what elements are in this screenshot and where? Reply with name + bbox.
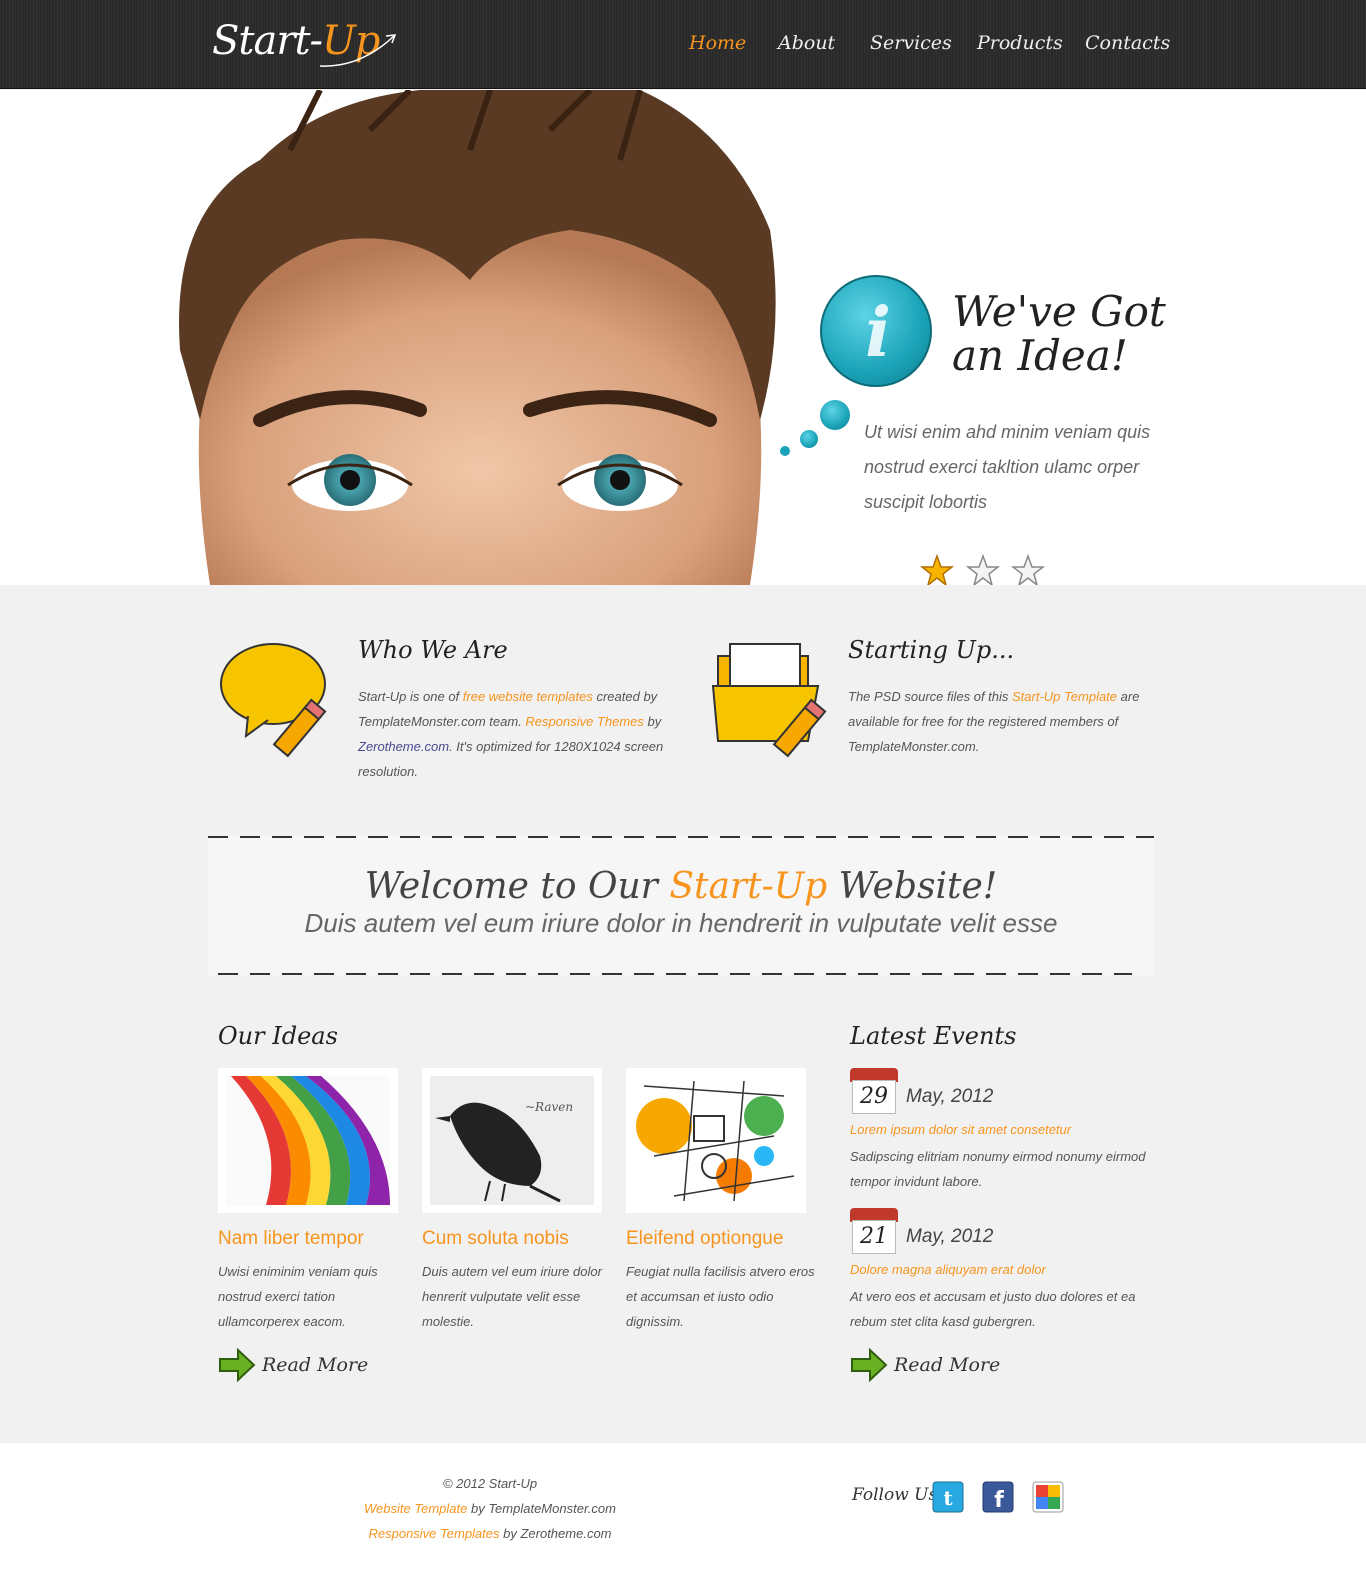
svg-text:~Raven: ~Raven <box>525 1100 573 1114</box>
thought-dot-small <box>780 446 790 456</box>
welcome-subtitle: Duis autem vel eum iriure dolor in hendr… <box>304 908 1058 938</box>
hero-man-photo <box>170 90 790 585</box>
hero-text: Ut wisi enim ahd minim veniam quis nostr… <box>864 422 1151 512</box>
event-day: 21 <box>852 1220 896 1254</box>
hero-title-line1: We've Got <box>952 287 1166 336</box>
read-more-label: Read More <box>894 1354 1001 1376</box>
free-templates-link[interactable]: free website templates <box>463 689 593 704</box>
dashed-divider-bottom <box>218 973 1132 975</box>
info-bubble-icon: i <box>820 275 932 387</box>
website-template-link[interactable]: Website Template <box>364 1501 467 1516</box>
hero-title: We've Got an Idea! <box>952 290 1212 378</box>
crow-image: ~Raven <box>430 1076 594 1205</box>
footer-copyright: © 2012 Start-Up <box>442 1476 538 1491</box>
welcome-banner: Welcome to Our Start-Up Website! Duis au… <box>208 836 1154 976</box>
nav-services[interactable]: Services <box>870 32 952 54</box>
event-title-link[interactable]: Lorem ipsum dolor sit amet consetetur <box>850 1122 1071 1137</box>
feature-text: Start-Up is one of free website template… <box>358 689 664 779</box>
facebook-icon[interactable]: f <box>982 1481 1014 1513</box>
event-title-link[interactable]: Dolore magna aliquyam erat dolor <box>850 1262 1046 1277</box>
idea-thumbnail[interactable] <box>218 1068 398 1213</box>
feature-text: The PSD source files of this Start-Up Te… <box>848 689 1140 754</box>
svg-text:f: f <box>994 1488 1004 1513</box>
nav-home[interactable]: Home <box>689 32 746 54</box>
dashed-divider-top <box>208 836 1154 838</box>
zerotheme-link[interactable]: Zerotheme.com <box>358 739 449 754</box>
idea-thumbnail[interactable]: ~Raven <box>422 1068 602 1213</box>
twitter-icon[interactable]: t <box>932 1481 964 1513</box>
feature-title: Starting Up... <box>848 636 1015 664</box>
read-more-label: Read More <box>262 1354 369 1376</box>
follow-us-label: Follow Us: <box>852 1485 943 1505</box>
idea-title[interactable]: Nam liber tempor <box>218 1228 364 1250</box>
idea-title[interactable]: Cum soluta nobis <box>422 1228 569 1250</box>
startup-template-link[interactable]: Start-Up Template <box>1012 689 1117 704</box>
hero-title-line2: an Idea! <box>952 331 1128 380</box>
events-heading: Latest Events <box>850 1022 1017 1050</box>
idea-title[interactable]: Eleifend optiongue <box>626 1228 783 1250</box>
speech-bubble-pencil-icon <box>220 643 327 758</box>
site-header: Start-Up Home About Services Products Co… <box>0 0 1366 89</box>
rainbow-image <box>226 1076 390 1205</box>
feature-starting-up: Starting Up... The PSD source files of t… <box>708 636 1168 786</box>
star-empty-icon[interactable] <box>1011 554 1045 585</box>
responsive-themes-link[interactable]: Responsive Themes <box>525 714 644 729</box>
site-footer: © 2012 Start-Up Website Template by Temp… <box>0 1443 1366 1572</box>
feature-who-we-are: Who We Are Start-Up is one of free websi… <box>218 636 678 786</box>
calendar-icon: 21 <box>850 1208 898 1254</box>
responsive-templates-link[interactable]: Responsive Templates <box>368 1526 499 1541</box>
event-date: May, 2012 <box>906 1226 994 1247</box>
event-date: May, 2012 <box>906 1086 994 1107</box>
star-empty-icon[interactable] <box>966 554 1000 585</box>
event-text: At vero eos et accusam et justo duo dolo… <box>850 1289 1136 1329</box>
doodle-image <box>634 1076 798 1205</box>
green-arrow-icon <box>851 1348 888 1382</box>
ideas-read-more-button[interactable]: Read More <box>218 1346 368 1386</box>
star-filled-icon[interactable] <box>920 554 954 585</box>
event-text: Sadipscing elitriam nonumy eirmod nonumy… <box>850 1149 1146 1189</box>
calendar-icon: 29 <box>850 1068 898 1114</box>
footer-credits: © 2012 Start-Up Website Template by Temp… <box>340 1471 640 1546</box>
feature-title: Who We Are <box>358 636 508 664</box>
event-day: 29 <box>852 1080 896 1114</box>
idea-thumbnail[interactable] <box>626 1068 806 1213</box>
welcome-title: Welcome to Our Start-Up Website! <box>364 866 998 907</box>
idea-text: Uwisi eniminim veniam quis nostrud exerc… <box>218 1264 378 1329</box>
thought-dot-medium <box>800 430 818 448</box>
folder-pencil-icon <box>711 643 827 758</box>
nav-about[interactable]: About <box>778 32 835 54</box>
thought-dot-large <box>820 400 850 430</box>
nav-products[interactable]: Products <box>977 32 1063 54</box>
hero-banner: i We've Got an Idea! Ut wisi enim ahd mi… <box>0 90 1366 585</box>
idea-text: Feugiat nulla facilisis atvero eros et a… <box>626 1264 815 1329</box>
ideas-heading: Our Ideas <box>218 1022 338 1050</box>
main-nav: Home About Services Products Contacts <box>0 32 1366 62</box>
google-icon[interactable] <box>1032 1481 1064 1513</box>
green-arrow-icon <box>219 1348 256 1382</box>
idea-text: Duis autem vel eum iriure dolor henrerit… <box>422 1264 602 1329</box>
nav-contacts[interactable]: Contacts <box>1085 32 1170 54</box>
svg-text:t: t <box>943 1486 953 1510</box>
events-read-more-button[interactable]: Read More <box>850 1346 1000 1386</box>
